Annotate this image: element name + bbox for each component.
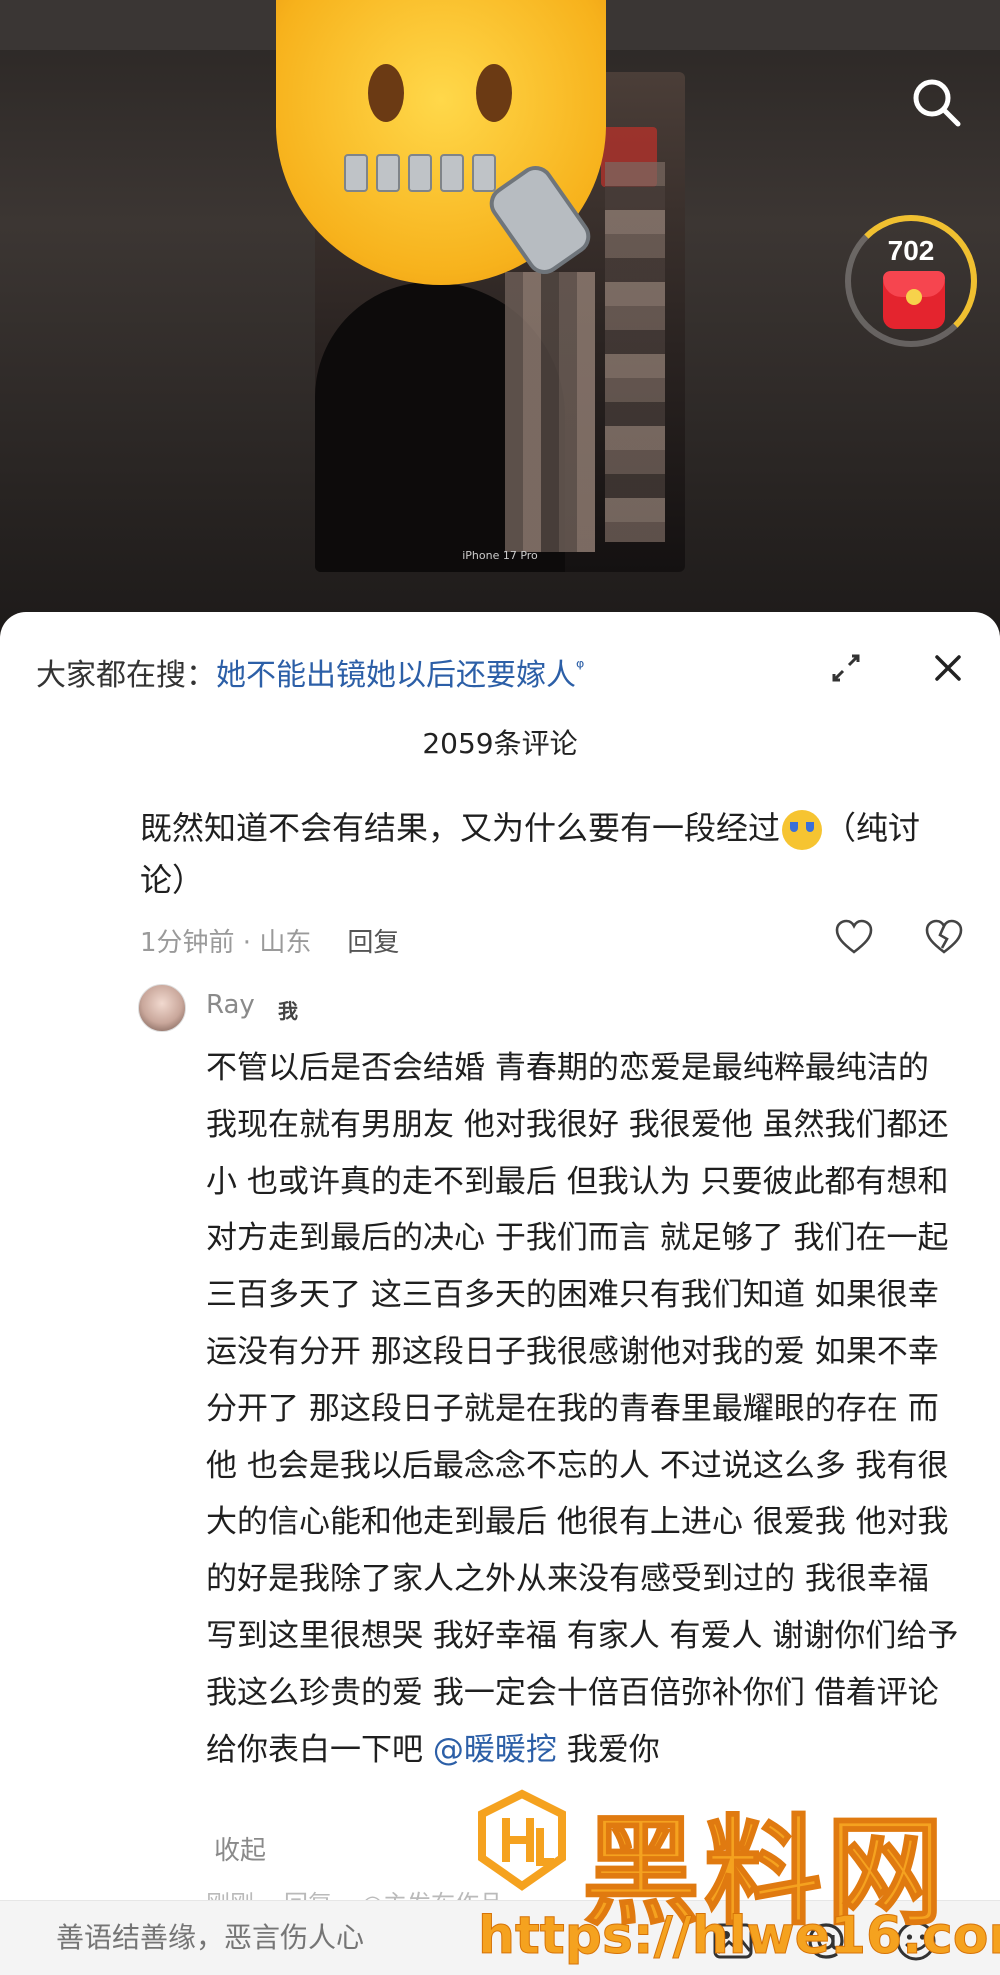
comment-meta: 1分钟前 · 山东 回复 [140,922,399,959]
expand-icon[interactable] [826,648,866,688]
reply-button[interactable]: 回复 [347,928,399,958]
emoji-eye [368,64,404,122]
collapse-button[interactable]: 收起 [214,1830,266,1867]
pixelated-area [505,272,595,552]
reply-author-name[interactable]: Ray [206,990,255,1020]
video-player[interactable]: iPhone 17 Pro 702 [0,0,1000,640]
close-icon[interactable] [928,648,968,688]
comment-text: 既然知道不会有结果，又为什么要有一段经过 （纯讨论） [140,802,960,906]
red-packet-count: 702 [887,235,935,266]
emoji-eye [476,64,512,122]
phone-label: iPhone 17 Pro [462,549,538,562]
comment-input[interactable] [56,1921,616,1954]
trending-search[interactable]: 大家都在搜：她不能出镜她以后还要嫁人ᵠ [36,650,584,694]
reply-text: 不管以后是否会结婚 青春期的恋爱是最纯粹最纯洁的 我现在就有男朋友 他对我很好 … [206,1040,966,1828]
comment-time-location: 1分钟前 · 山东 [140,928,312,958]
crying-emoji-icon [782,810,823,850]
image-icon[interactable] [712,1921,754,1961]
pixelated-area [605,162,665,542]
search-icon[interactable] [910,76,962,128]
trending-query-link[interactable]: 她不能出镜她以后还要嫁人 [216,658,576,693]
red-envelope-icon [883,271,945,329]
trending-prefix: 大家都在搜： [36,658,216,693]
avatar[interactable] [138,984,186,1032]
like-heart-icon[interactable] [834,918,874,956]
at-icon[interactable] [804,1919,848,1963]
reply-text-end: 我爱你 [566,1731,660,1768]
mention-link[interactable]: @暖暖挖 [433,1732,557,1768]
dislike-broken-heart-icon[interactable] [924,918,964,956]
me-badge: 我 [278,999,298,1023]
search-small-icon: ᵠ [576,655,585,679]
comment-text-part: 既然知道不会有结果，又为什么要有一段经过 [140,809,781,847]
comment-count: 2059条评论 [422,727,578,760]
red-packet-widget[interactable]: 702 [845,215,977,347]
comment-sheet: 大家都在搜：她不能出镜她以后还要嫁人ᵠ 2059条评论 既然知道不会有结果，又为… [0,612,1000,1975]
emoji-icon[interactable] [894,1919,938,1963]
comment-input-bar [0,1900,1000,1975]
reply-text-body: 不管以后是否会结婚 青春期的恋爱是最纯粹最纯洁的 我现在就有男朋友 他对我很好 … [206,1050,959,1768]
